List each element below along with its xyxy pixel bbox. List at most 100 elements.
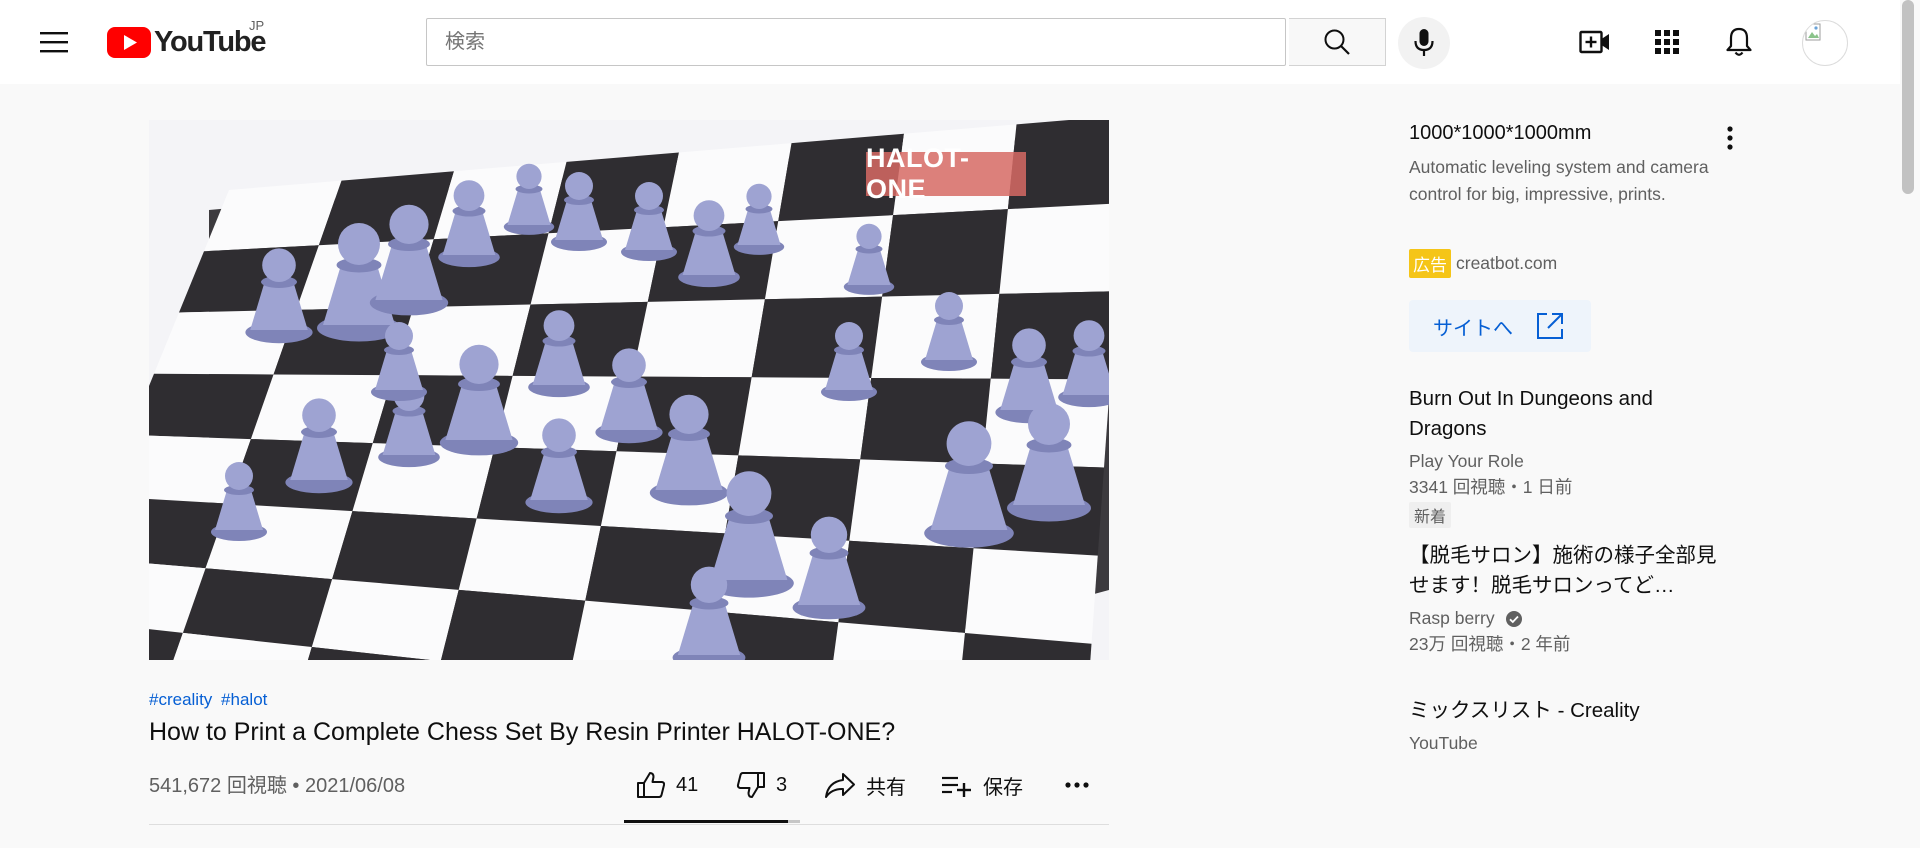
more-vertical-icon — [1727, 126, 1733, 150]
channel-name: Rasp berry — [1409, 608, 1495, 628]
search-input[interactable] — [445, 30, 1285, 54]
search-icon — [1324, 29, 1350, 55]
view-stats: 3341 回視聴・1 日前 — [1409, 477, 1573, 497]
playlist-add-icon — [942, 776, 971, 797]
like-button[interactable]: 41 — [636, 764, 698, 806]
share-label: 共有 — [866, 776, 906, 799]
voice-search-button[interactable] — [1398, 17, 1450, 69]
apps-grid-icon — [1655, 30, 1679, 54]
youtube-logo[interactable]: YouTube — [107, 24, 267, 60]
view-stats: 23万 回視聴・2 年前 — [1409, 634, 1571, 654]
chess-piece-head — [946, 421, 992, 466]
chess-piece-head — [385, 322, 413, 350]
chessboard-square — [458, 518, 601, 601]
chess-piece-head — [565, 172, 593, 200]
chessboard-square — [182, 568, 333, 648]
account-avatar[interactable] — [1802, 20, 1848, 66]
more-horizontal-icon — [1065, 782, 1089, 788]
ad-title[interactable]: 1000*1000*1000mm — [1409, 122, 1591, 145]
save-label: 保存 — [983, 776, 1023, 799]
apps-button[interactable] — [1645, 20, 1689, 64]
external-link-icon — [1537, 313, 1563, 339]
ad-badge: 広告 — [1409, 249, 1451, 278]
chess-piece-head — [1073, 320, 1105, 351]
chess-piece-head — [542, 418, 576, 453]
visit-site-label: サイトへ — [1433, 317, 1513, 340]
youtube-play-icon — [107, 26, 151, 58]
section-divider — [149, 824, 1109, 825]
new-badge: 新着 — [1409, 502, 1452, 528]
chess-piece-head — [635, 182, 663, 210]
chess-piece-head — [302, 398, 336, 433]
thumbs-up-icon — [637, 772, 666, 798]
chess-piece-head — [453, 180, 485, 211]
page-scrollbar-thumb[interactable] — [1902, 0, 1914, 194]
ad-domain: creatbot.com — [1456, 253, 1558, 273]
recommended-video-title: Burn Out In Dungeons and Dragons — [1409, 387, 1653, 440]
chess-piece-head — [856, 223, 882, 249]
microphone-icon — [1414, 29, 1434, 56]
chessboard-square — [999, 203, 1109, 294]
recommended-mix-title: ミックスリスト - Creality — [1409, 699, 1640, 722]
recommended-video[interactable]: Burn Out In Dungeons and Dragons Play Yo… — [1409, 384, 1719, 528]
video-camera-add-icon — [1579, 30, 1609, 54]
channel-row: Rasp berry — [1409, 605, 1719, 631]
chess-piece-head — [543, 310, 575, 341]
dislike-count: 3 — [776, 773, 788, 796]
broken-image-icon — [1805, 23, 1821, 41]
guide-menu-button[interactable] — [32, 22, 76, 62]
video-watermark: HALOT-ONE — [866, 143, 1026, 204]
share-arrow-icon — [825, 773, 855, 798]
ad-source-row: 広告 creatbot.com — [1409, 249, 1557, 278]
chessboard-square — [332, 511, 477, 590]
chess-piece-head — [835, 322, 863, 350]
recommended-video[interactable]: 【脱毛サロン】施術の様子全部見せます！脱毛サロンってど… Rasp berry … — [1409, 541, 1719, 657]
chessboard-square — [311, 579, 459, 660]
chess-piece-head — [459, 344, 499, 384]
visit-site-button[interactable]: サイトへ — [1409, 300, 1591, 352]
create-button[interactable] — [1573, 20, 1617, 64]
chessboard-square — [882, 209, 1008, 297]
like-dislike-sentiment-bar — [624, 820, 800, 823]
like-count: 41 — [676, 773, 699, 796]
video-player[interactable]: HALOT-ONE — [149, 120, 1109, 660]
chess-piece-head — [810, 516, 848, 553]
ad-description: Automatic leveling system and camera con… — [1409, 157, 1709, 204]
chessboard-square — [964, 548, 1098, 644]
chess-piece-head — [225, 462, 253, 490]
dislike-button[interactable]: 3 — [736, 764, 787, 806]
chess-piece-head — [516, 163, 542, 189]
chessboard-square — [838, 540, 974, 633]
chess-piece-head — [746, 183, 772, 209]
masthead: YouTube JP — [0, 0, 1900, 84]
chess-piece-head — [389, 204, 429, 244]
more-actions-button[interactable] — [1064, 764, 1090, 806]
notifications-button[interactable] — [1717, 20, 1761, 64]
chessboard-square — [632, 299, 765, 378]
chessboard-square — [663, 143, 792, 228]
chess-piece-head — [612, 348, 646, 382]
channel-name: YouTube — [1409, 733, 1478, 753]
save-to-playlist-button[interactable]: 保存 — [941, 764, 1023, 806]
country-code: JP — [249, 18, 265, 33]
search-button[interactable] — [1289, 18, 1386, 66]
chess-piece-head — [669, 394, 709, 434]
ad-menu-button[interactable] — [1712, 120, 1748, 156]
thumbs-down-icon — [736, 772, 765, 798]
chess-piece-head — [693, 200, 725, 231]
chess-piece-head — [690, 566, 728, 603]
video-title: How to Print a Complete Chess Set By Res… — [149, 718, 896, 746]
channel-name: Play Your Role — [1409, 451, 1524, 471]
chess-piece-head — [262, 248, 296, 282]
sentiment-bar-fill — [624, 820, 788, 823]
hashtag-link[interactable]: #creality — [149, 690, 212, 709]
recommended-mix[interactable]: ミックスリスト - Creality YouTube — [1409, 696, 1719, 756]
chess-piece-head — [935, 292, 963, 320]
hashtag-list: #creality #halot — [149, 690, 271, 710]
search-field[interactable] — [426, 18, 1286, 66]
hashtag-link[interactable]: #halot — [221, 690, 267, 709]
hamburger-menu-icon — [40, 32, 68, 53]
verified-check-icon — [1506, 611, 1523, 628]
share-button[interactable]: 共有 — [824, 764, 906, 806]
chess-piece-head — [1028, 403, 1070, 445]
